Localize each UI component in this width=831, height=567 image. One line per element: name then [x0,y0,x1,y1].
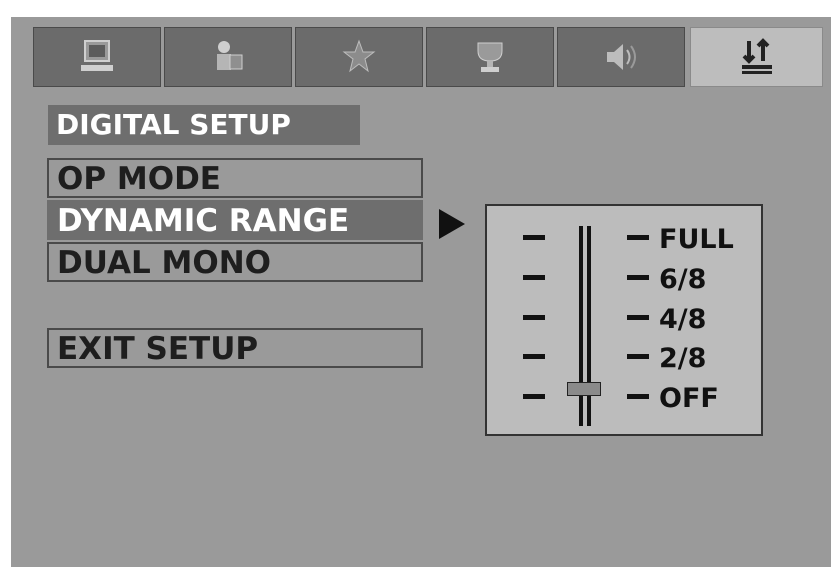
menu-item-dual-mono[interactable]: DUAL MONO [47,242,423,282]
tab-trophy[interactable] [426,27,554,87]
menu-item-dynamic-range[interactable]: DYNAMIC RANGE [47,200,423,240]
right-tick [627,275,649,280]
settings-person-icon [217,41,243,70]
left-tick [523,354,545,359]
digital-setup-icon [741,38,772,74]
left-tick [523,394,545,399]
range-level-2-8[interactable]: 2/8 [659,345,706,372]
right-tick [627,354,649,359]
star-figure-icon [342,39,376,73]
trophy-icon [477,42,503,72]
tab-monitor[interactable] [33,27,161,87]
tab-star-figure[interactable] [295,27,423,87]
right-tick [627,315,649,320]
slider-knob[interactable] [567,382,601,396]
left-tick [523,275,545,280]
tab-bar [33,27,823,89]
range-level-full[interactable]: FULL [659,226,734,253]
tab-settings-person[interactable] [164,27,292,87]
monitor-icon [81,40,113,71]
section-title: DIGITAL SETUP [48,105,360,145]
slider-track-inner [587,226,591,426]
menu-item-op-mode[interactable]: OP MODE [47,158,423,198]
dynamic-range-panel: FULL 6/8 4/8 2/8 OFF [485,204,763,436]
tab-speaker[interactable] [557,27,685,87]
setup-screen: DIGITAL SETUP OP MODE DYNAMIC RANGE DUAL… [11,17,831,567]
tab-digital-setup[interactable] [690,27,823,87]
range-level-off[interactable]: OFF [659,385,719,412]
submenu-arrow-icon [439,209,465,239]
left-tick [523,235,545,240]
exit-setup-button[interactable]: EXIT SETUP [47,328,423,368]
right-tick [627,235,649,240]
range-level-4-8[interactable]: 4/8 [659,306,706,333]
range-level-6-8[interactable]: 6/8 [659,266,706,293]
slider-track [579,226,583,426]
right-tick [627,394,649,399]
left-tick [523,315,545,320]
speaker-icon [607,44,636,70]
